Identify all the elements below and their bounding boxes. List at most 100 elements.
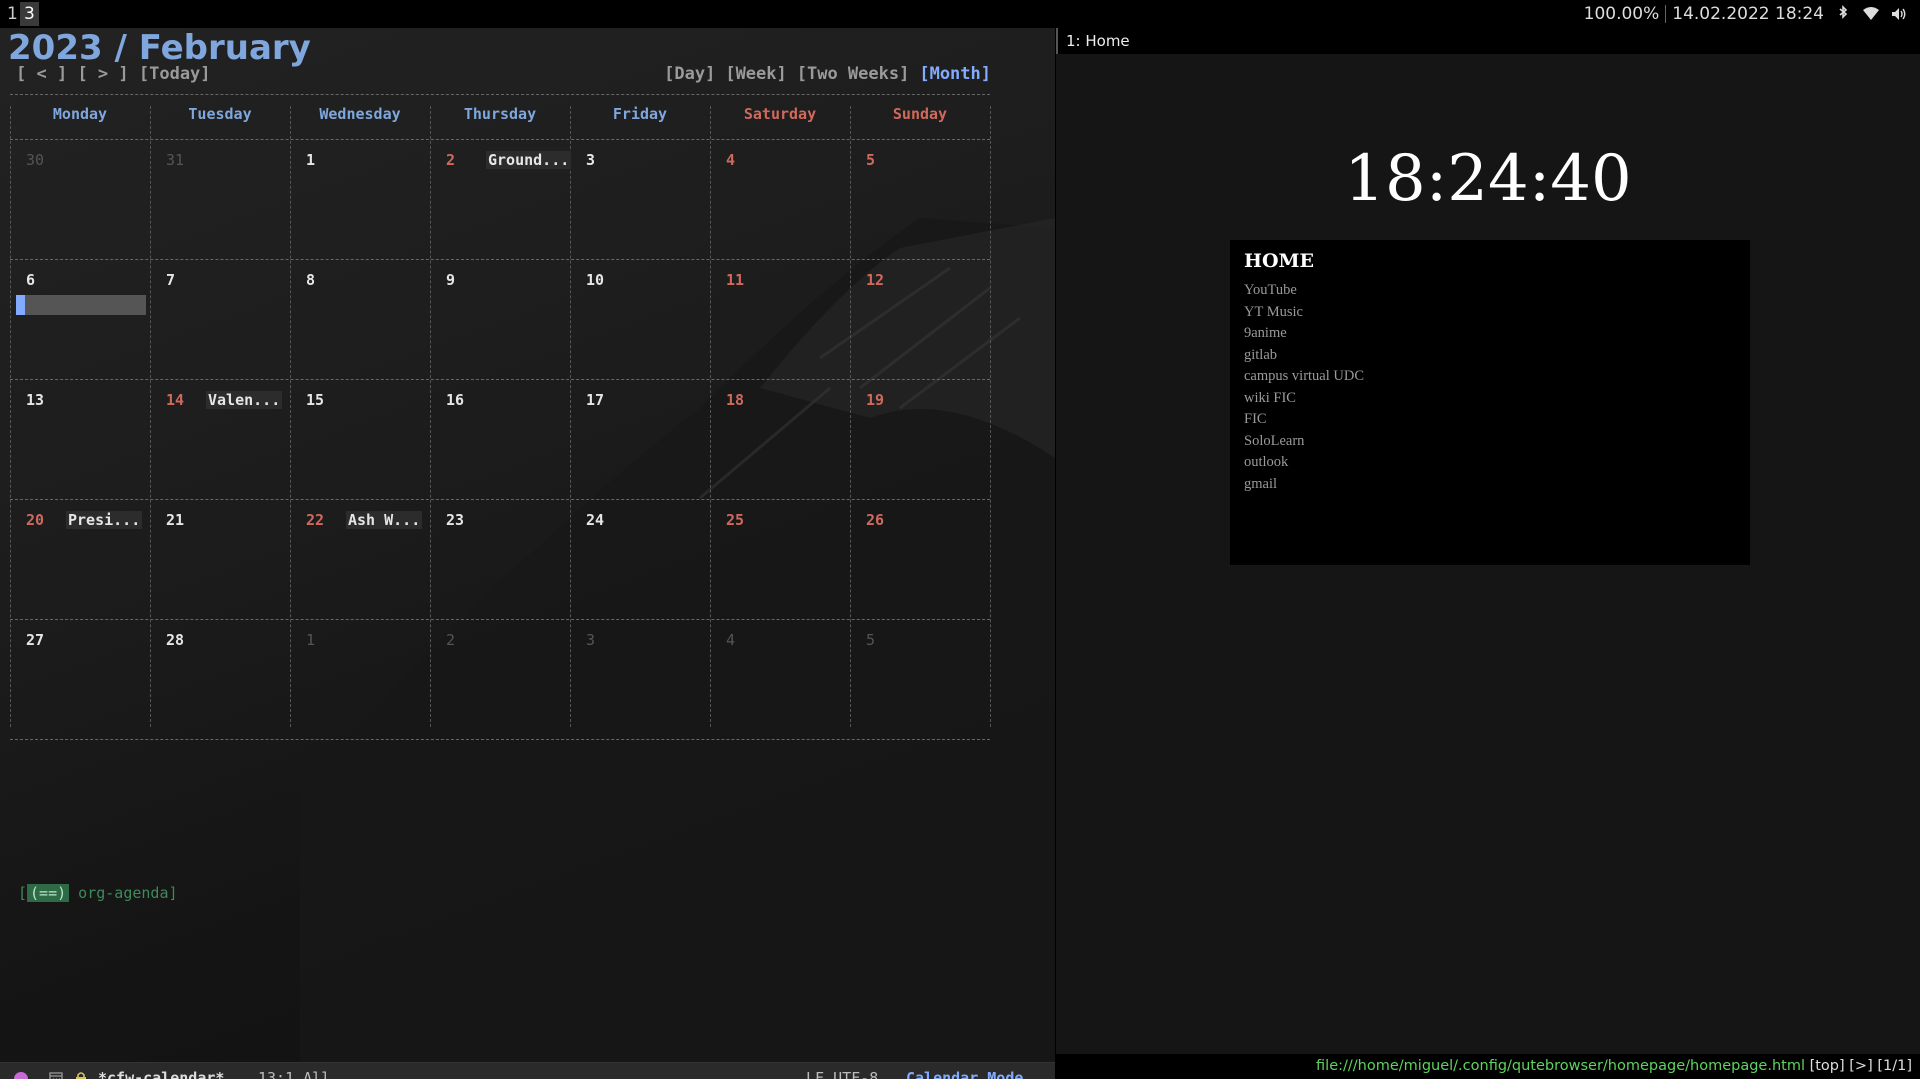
day-number: 1 [306,151,316,169]
weekday-header-friday: Friday [612,105,668,123]
bookmark-link[interactable]: FIC [1244,409,1736,431]
workspace-1[interactable]: 1 [3,2,22,26]
encoding: LF UTF-8 [806,1069,879,1079]
day-number: 10 [586,271,605,289]
wifi-icon[interactable] [1862,5,1880,23]
grid-rule [10,739,990,740]
bookmark-link[interactable]: YT Music [1244,302,1736,324]
day-number: 27 [26,631,45,649]
day-number: 2 [446,631,456,649]
day-number: 20 [26,511,45,529]
bookmark-link[interactable]: outlook [1244,452,1736,474]
current-url: file:///home/miguel/.config/qutebrowser/… [1316,1058,1805,1074]
day-number: 25 [726,511,745,529]
calendar-title: 2023 / February [8,28,311,68]
calendar-event[interactable]: Ground... [486,151,572,169]
day-number: 5 [866,631,876,649]
homepage: 18:24:40 HOME YouTube YT Music 9anime gitla… [1056,54,1920,1054]
tab-home[interactable]: 1: Home [1056,28,1920,54]
cursor-position: 13:1 All [258,1069,331,1079]
bookmark-link[interactable]: 9anime [1244,323,1736,345]
day-number: 16 [446,391,465,409]
weekday-header-tuesday: Tuesday [188,105,252,123]
browser-statusbar: file:///home/miguel/.config/qutebrowser/… [1056,1054,1920,1079]
day-number: 7 [166,271,176,289]
day-number: 21 [166,511,185,529]
grid-column-rule [990,106,991,727]
day-number: 4 [726,151,736,169]
divider [1665,5,1667,23]
grid-rule [10,94,990,95]
bookmarks-panel: HOME YouTube YT Music 9anime gitlab campus v… [1230,240,1750,565]
day-number: 1 [306,631,316,649]
prev-month-button[interactable]: [ < ] [16,64,67,84]
org-agenda-link[interactable]: [(==) org-agenda] [18,884,178,902]
date-time: 14.02.2022 18:24 [1672,4,1824,24]
day-number: 23 [446,511,465,529]
bookmark-link[interactable]: gitlab [1244,345,1736,367]
calendar-event[interactable]: Valen... [206,391,283,409]
day-number: 30 [26,151,45,169]
bookmarks-title: HOME [1244,250,1315,272]
weekday-header-thursday: Thursday [463,105,537,123]
day-number: 12 [866,271,885,289]
day-number: 5 [866,151,876,169]
bookmark-link[interactable]: campus virtual UDC [1244,366,1736,388]
today-button[interactable]: [Today] [139,64,211,84]
system-tray: 100.00% 14.02.2022 18:24 [1584,0,1908,28]
text-cursor [16,295,25,315]
workspace-3[interactable]: 3 [20,2,39,26]
selected-date-highlight [16,295,146,315]
day-number: 6 [26,271,36,289]
browser-window: 1: Home 18:24:40 HOME YouTube YT Music 9an… [1056,28,1920,1079]
weekday-header-wednesday: Wednesday [319,105,401,123]
bookmark-link[interactable]: YouTube [1244,280,1736,302]
day-number: 2 [446,151,456,169]
day-number: 4 [726,631,736,649]
agenda-label: org-agenda] [69,884,178,902]
bookmark-link[interactable]: SoloLearn [1244,431,1736,453]
day-number: 17 [586,391,605,409]
mode-line: *cfw-calendar* 13:1 All LF UTF-8 Calenda… [0,1062,1055,1079]
view-month-button[interactable]: [Month] [919,64,991,84]
agenda-toggle-button[interactable]: (==) [27,884,70,902]
day-number: 19 [866,391,885,409]
day-number: 9 [446,271,456,289]
day-number: 3 [586,151,596,169]
bluetooth-icon[interactable] [1834,5,1852,23]
day-number: 22 [306,511,325,529]
bookmark-link[interactable]: wiki FIC [1244,388,1736,410]
bookmark-link[interactable]: gmail [1244,474,1736,496]
clock: 18:24:40 [1344,142,1632,216]
calendar-event[interactable]: Presi... [66,511,143,529]
day-number: 11 [726,271,745,289]
month-grid: Monday Tuesday Wednesday Thursday Friday Satu… [10,94,991,904]
zoom-level: 100.00% [1583,4,1660,24]
lock-icon [76,1072,86,1079]
view-day-button[interactable]: [Day] [664,64,715,84]
day-number: 15 [306,391,325,409]
top-status-bar: 1 3 100.00% 14.02.2022 18:24 [0,0,1920,28]
day-number: 3 [586,631,596,649]
next-month-button[interactable]: [ > ] [77,64,128,84]
modified-dot-icon [14,1072,28,1079]
view-switcher: [Day] [Week] [Two Weeks] [Month] [664,64,991,84]
volume-icon[interactable] [1890,5,1908,23]
day-number: 28 [166,631,185,649]
view-two-weeks-button[interactable]: [Two Weeks] [797,64,910,84]
day-number: 14 [166,391,185,409]
calendar-nav: [ < ] [ > ] [Today] [16,64,211,84]
calendar-event[interactable]: Ash W... [346,511,423,529]
major-mode[interactable]: Calendar Mode [906,1069,1023,1079]
day-number: 26 [866,511,885,529]
weekday-header-saturday: Saturday [743,105,817,123]
buffer-name: *cfw-calendar* [98,1069,225,1079]
emacs-window: 2023 / February [ < ] [ > ] [Today] [Day… [0,28,1055,1079]
view-week-button[interactable]: [Week] [725,64,786,84]
weekday-header-sunday: Sunday [892,105,948,123]
scroll-status: [top] [>] [1/1] [1804,1058,1912,1074]
day-number: 8 [306,271,316,289]
agenda-bracket: [ [18,884,28,902]
day-number: 31 [166,151,185,169]
day-number: 13 [26,391,45,409]
